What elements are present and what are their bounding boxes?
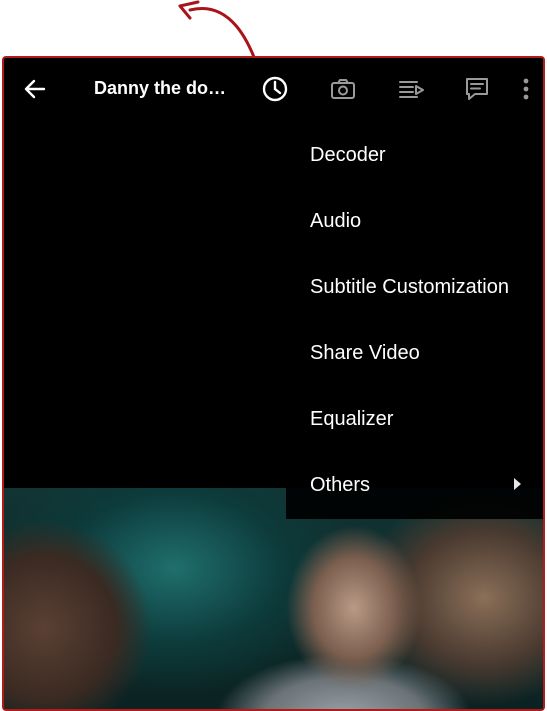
sleep-timer-button[interactable] [258, 72, 292, 106]
more-options-button[interactable] [516, 72, 536, 106]
subtitle-button[interactable] [460, 72, 494, 106]
more-vert-icon [523, 78, 529, 100]
menu-item-label: Share Video [310, 341, 420, 364]
menu-item-audio[interactable]: Audio [310, 188, 535, 254]
back-arrow-icon [24, 79, 46, 99]
video-frame[interactable] [4, 488, 543, 709]
menu-item-share-video[interactable]: Share Video [310, 320, 535, 386]
playlist-icon [399, 81, 424, 98]
menu-item-label: Audio [310, 209, 362, 232]
timer-icon [262, 76, 288, 102]
overflow-menu: Decoder Audio Subtitle Customization Sha… [286, 122, 543, 519]
menu-item-equalizer[interactable]: Equalizer [310, 386, 535, 452]
menu-item-label: Others [310, 473, 371, 496]
video-title: Danny the do… [94, 78, 227, 98]
player-toolbar: Danny the do… [4, 58, 543, 122]
menu-item-label: Equalizer [310, 407, 394, 430]
submenu-arrow-icon [514, 478, 521, 490]
camera-icon [331, 79, 355, 99]
screenshot-button[interactable] [326, 72, 360, 106]
menu-item-subtitle-customization[interactable]: Subtitle Customization [310, 254, 535, 320]
menu-item-others[interactable]: Others [310, 452, 535, 518]
subtitle-icon [466, 78, 488, 100]
playlist-button[interactable] [394, 72, 428, 106]
menu-item-label: Decoder [310, 143, 386, 166]
menu-item-label: Subtitle Customization [310, 275, 509, 298]
menu-item-decoder[interactable]: Decoder [310, 122, 535, 188]
player-frame: Danny the do… Decoder Audio Subtitle Cus… [2, 56, 545, 711]
back-button[interactable] [18, 72, 52, 106]
